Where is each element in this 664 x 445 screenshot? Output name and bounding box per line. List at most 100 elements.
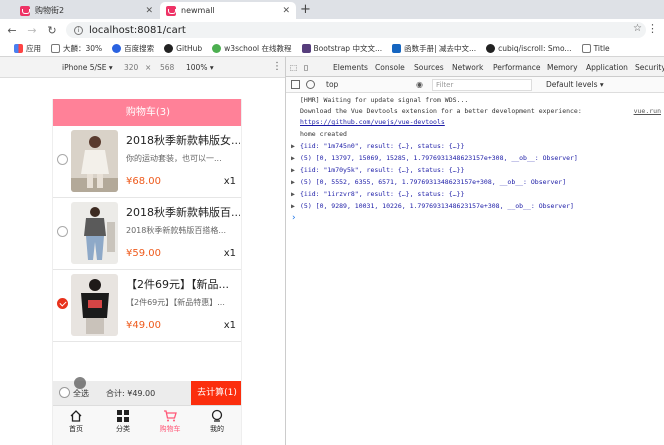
tab-sources[interactable]: Sources xyxy=(414,63,444,72)
device-width-input[interactable]: 320 xyxy=(124,63,138,72)
tab-category[interactable]: 分类 xyxy=(103,409,143,434)
close-icon[interactable]: ✕ xyxy=(282,6,290,16)
bookmark-title[interactable]: Title xyxy=(581,44,610,53)
expand-arrow-icon[interactable]: ▶ xyxy=(291,140,295,152)
item-check-radio[interactable] xyxy=(57,298,68,309)
w3school-icon xyxy=(212,44,222,53)
sidebar-toggle-icon[interactable] xyxy=(291,80,300,89)
github-icon xyxy=(164,44,174,53)
context-select[interactable]: top xyxy=(326,80,386,91)
device-select[interactable]: iPhone 5/SE ▾ xyxy=(62,63,113,72)
devtools-panel: ⬚ ▯ Elements Console Sources Network Per… xyxy=(285,57,664,445)
back-arrow-icon[interactable]: ← xyxy=(4,24,20,37)
browser-menu-icon[interactable]: ⋮ xyxy=(647,22,658,35)
baidu-paw-icon xyxy=(112,44,122,53)
forward-arrow-icon[interactable]: → xyxy=(24,24,40,37)
tab-memory[interactable]: Memory xyxy=(547,63,578,72)
reload-icon[interactable]: ↻ xyxy=(44,24,60,37)
expand-arrow-icon[interactable]: ▶ xyxy=(291,188,295,200)
device-toolbar: iPhone 5/SE ▾ 320 × 568 100% ▾ ⋮ xyxy=(0,57,285,78)
tab-security[interactable]: Security xyxy=(635,63,664,72)
console-prompt[interactable]: › xyxy=(286,212,664,224)
tab-network[interactable]: Network xyxy=(452,63,483,72)
console-filter-input[interactable]: Filter xyxy=(432,79,532,91)
tab-favicon-icon xyxy=(20,5,30,16)
product-qty: x1 xyxy=(223,320,236,331)
expand-arrow-icon[interactable]: ▶ xyxy=(291,164,295,176)
bookmark-2[interactable]: 大麟：30% xyxy=(51,43,102,54)
home-icon xyxy=(70,410,82,422)
tab-performance[interactable]: Performance xyxy=(493,63,541,72)
tab-home[interactable]: 首页 xyxy=(56,409,96,434)
console-text: Download the Vue Devtools extension for … xyxy=(300,107,582,115)
profile-icon xyxy=(211,409,223,422)
dimension-separator: × xyxy=(145,63,152,72)
url-host: localhost xyxy=(89,24,134,36)
product-qty: x1 xyxy=(223,248,236,259)
bookmark-bootstrap[interactable]: Bootstrap 中文文... xyxy=(301,43,382,54)
log-levels-select[interactable]: Default levels ▾ xyxy=(546,80,604,89)
tab-elements[interactable]: Elements xyxy=(333,63,368,72)
inspect-icon[interactable]: ⬚ xyxy=(290,63,297,72)
bookmark-star-icon[interactable]: ☆ xyxy=(633,23,642,34)
bookmark-api[interactable]: 函数手册| 减去中文... xyxy=(392,43,476,54)
product-desc: 2018秋季新款韩版百搭格... xyxy=(126,226,226,235)
console-object[interactable]: ▶ (5) [0, 5552, 6355, 6571, 1.79769313486… xyxy=(286,176,664,188)
bookmark-apps[interactable]: 应用 xyxy=(14,43,41,54)
console-object[interactable]: ▶ {iid: "1m70y5k", result: {…}, status: {… xyxy=(286,164,664,176)
expand-arrow-icon[interactable]: ▶ xyxy=(291,152,295,164)
console-object[interactable]: ▶ (5) [0, 9289, 10031, 10226, 1.797693134… xyxy=(286,200,664,212)
tab-label: 购物车 xyxy=(159,425,181,433)
tab-favicon-icon xyxy=(166,5,176,16)
console-link[interactable]: https://github.com/vuejs/vue-devtools xyxy=(286,117,664,128)
checkout-button[interactable]: 去计算(1) xyxy=(191,381,241,405)
bookmark-github[interactable]: GitHub xyxy=(164,44,202,53)
browser-tab-1[interactable]: 购物街2 ✕ xyxy=(14,2,159,19)
select-all-radio[interactable] xyxy=(59,387,70,398)
console-object[interactable]: ▶ (5) [0, 13797, 15069, 15285, 1.79769313… xyxy=(286,152,664,164)
bookmark-baidu[interactable]: 百度搜索 xyxy=(112,43,154,54)
doc-icon xyxy=(51,44,60,53)
product-image[interactable] xyxy=(71,274,118,336)
device-height-input[interactable]: 568 xyxy=(160,63,174,72)
console-line: home created xyxy=(300,130,347,138)
apps-grid-icon xyxy=(14,44,23,53)
console-object[interactable]: ▶ {iid: "1m745n0", result: {…}, status: {… xyxy=(286,140,664,152)
clear-console-icon[interactable] xyxy=(306,80,315,89)
console-object[interactable]: ▶ {iid: "1irzvr8", result: {…}, status: {… xyxy=(286,188,664,200)
select-all-label[interactable]: 全选 xyxy=(73,388,89,399)
close-icon[interactable]: ✕ xyxy=(145,6,153,16)
eye-icon[interactable]: ◉ xyxy=(416,80,423,89)
new-tab-button[interactable]: + xyxy=(300,2,311,17)
info-icon[interactable]: i xyxy=(74,25,83,35)
github-icon xyxy=(486,44,496,53)
tab-profile[interactable]: 我的 xyxy=(197,409,237,434)
bookmarks-bar: 应用 大麟：30% 百度搜索 GitHub w3school 在线教程 Boot… xyxy=(0,41,664,57)
source-link[interactable]: vue.run xyxy=(634,106,661,117)
item-check-radio[interactable] xyxy=(57,226,68,237)
tab-application[interactable]: Application xyxy=(586,63,628,72)
item-check-radio[interactable] xyxy=(57,154,68,165)
product-title: 2018秋季新款韩版百... xyxy=(126,206,240,219)
console-toolbar: top ◉ Filter Default levels ▾ xyxy=(286,77,664,93)
device-mode-icon[interactable]: ▯ xyxy=(304,63,308,72)
devtools-tab-bar: ⬚ ▯ Elements Console Sources Network Per… xyxy=(286,57,664,77)
more-options-icon[interactable]: ⋮ xyxy=(272,61,282,72)
tab-console[interactable]: Console xyxy=(375,63,405,76)
product-image[interactable] xyxy=(71,202,118,264)
tab-cart[interactable]: 购物车 xyxy=(150,409,190,434)
product-title: 【2件69元】【新品... xyxy=(126,278,229,291)
bookmark-w3school[interactable]: w3school 在线教程 xyxy=(212,43,292,54)
product-desc: 你的运动套装，也可以一... xyxy=(126,154,222,163)
expand-arrow-icon[interactable]: ▶ xyxy=(291,200,295,212)
url-input[interactable]: i localhost:8081/cart xyxy=(66,22,646,38)
tab-label: 首页 xyxy=(69,425,83,433)
product-price: ¥68.00 xyxy=(126,176,161,187)
bookmark-iscroll[interactable]: cubiq/iscroll: Smo... xyxy=(486,44,572,53)
expand-arrow-icon[interactable]: ▶ xyxy=(291,176,295,188)
browser-tab-2[interactable]: newmall ✕ xyxy=(160,2,296,19)
cart-icon xyxy=(164,410,177,422)
zoom-select[interactable]: 100% ▾ xyxy=(186,63,214,72)
product-image[interactable] xyxy=(71,130,118,192)
product-photo-3 xyxy=(71,274,118,336)
